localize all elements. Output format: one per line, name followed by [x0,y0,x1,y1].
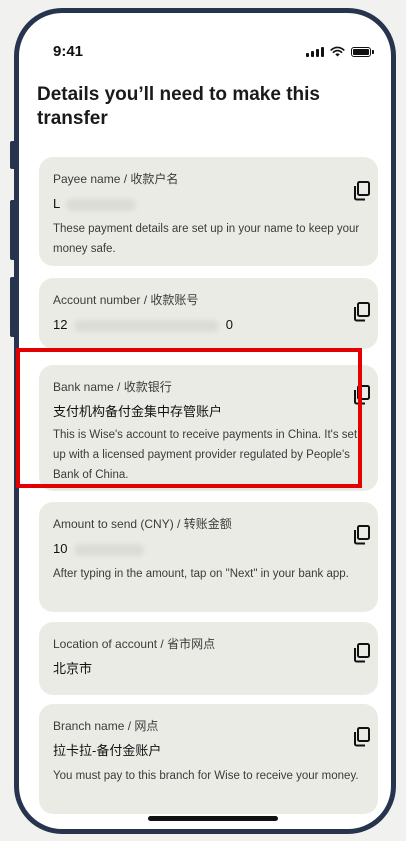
redacted-blur [74,319,220,332]
bank-name-description: This is Wise's account to receive paymen… [53,429,358,481]
amount-description: After typing in the amount, tap on "Next… [53,568,349,580]
account-number-card: Account number / 收款账号 12 0 [39,278,378,349]
home-indicator[interactable] [148,816,278,821]
page-title: Details you’ll need to make this transfe… [37,84,320,129]
copy-icon[interactable] [353,385,371,405]
location-value: 北京市 [53,661,93,676]
copy-icon[interactable] [353,181,371,201]
copy-icon[interactable] [353,643,371,663]
account-number-end: 0 [225,317,233,332]
amount-text: 10 [53,541,68,556]
bank-name-card: Bank name / 收款银行 支付机构备付金集中存管账户 This is W… [39,365,378,491]
location-label: Location of account / 省市网点 [53,637,216,651]
location-card: Location of account / 省市网点 北京市 [39,622,378,695]
copy-icon[interactable] [353,727,371,747]
redacted-blur [66,198,137,211]
branch-name-description: You must pay to this branch for Wise to … [53,770,359,782]
payee-name-value: L [53,195,364,213]
battery-icon [351,47,374,57]
bank-name-label: Bank name / 收款银行 [53,380,172,394]
branch-name-label: Branch name / 网点 [53,719,159,733]
copy-icon[interactable] [353,302,371,322]
account-number-value: 12 0 [53,316,364,334]
status-time: 9:41 [53,43,84,60]
payee-name-card: Payee name / 收款户名 L These payment detail… [39,157,378,266]
bank-name-value: 支付机构备付金集中存管账户 [53,404,223,419]
status-bar: 9:41 [19,13,391,73]
payee-name-description: These payment details are set up in your… [53,223,360,255]
status-icons [306,46,374,57]
phone-screen: 9:41 Details you’ll need to make this tr… [14,8,396,834]
redacted-blur [74,543,145,556]
account-number-start: 12 [53,317,68,332]
payee-name-label: Payee name / 收款户名 [53,172,179,186]
amount-label: Amount to send (CNY) / 转账金额 [53,517,232,531]
amount-card: Amount to send (CNY) / 转账金额 10 After typ… [39,502,378,612]
copy-icon[interactable] [353,525,371,545]
cellular-signal-icon [306,47,324,57]
branch-name-value: 拉卡拉-备付金账户 [53,743,162,758]
account-number-label: Account number / 收款账号 [53,293,199,307]
payee-name-text: L [53,196,60,211]
wifi-icon [330,46,345,57]
branch-name-card: Branch name / 网点 拉卡拉-备付金账户 You must pay … [39,704,378,814]
amount-value: 10 [53,540,364,558]
